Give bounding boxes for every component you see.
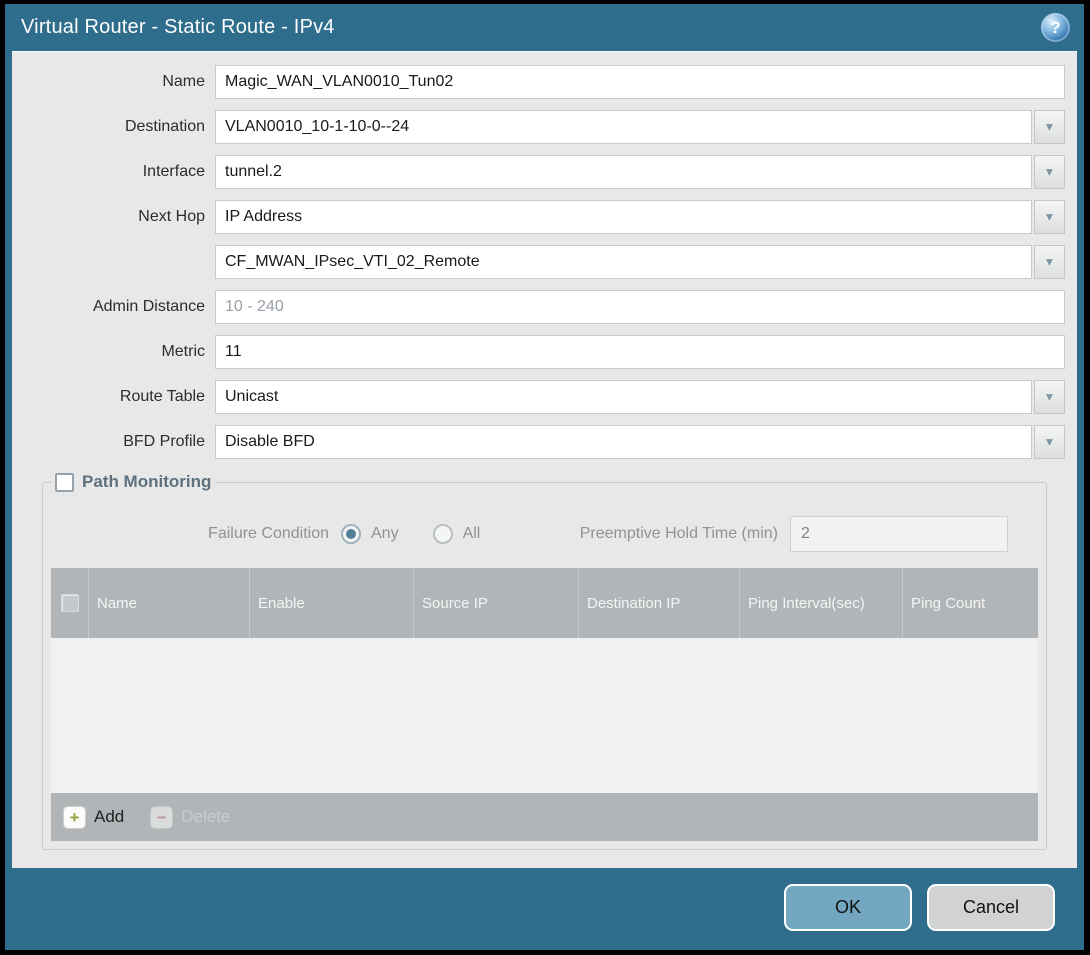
next-hop-type-dropdown-button[interactable]: ▼ [1034, 200, 1065, 234]
path-monitoring-checkbox[interactable] [55, 473, 74, 492]
add-button[interactable]: + Add [63, 806, 124, 829]
table-body-empty [51, 638, 1038, 793]
title-bar: Virtual Router - Static Route - IPv4 ? [5, 4, 1084, 51]
form-row-metric: Metric [24, 335, 1065, 369]
form-row-next-hop: Next Hop ▼ [24, 200, 1065, 234]
failure-condition-label: Failure Condition [49, 525, 341, 543]
next-hop-label: Next Hop [24, 208, 215, 226]
next-hop-address-input[interactable] [215, 245, 1032, 279]
form-row-name: Name [24, 65, 1065, 99]
add-icon: + [63, 806, 86, 829]
chevron-down-icon: ▼ [1044, 121, 1056, 133]
dialog-title: Virtual Router - Static Route - IPv4 [21, 16, 335, 39]
path-monitoring-section: Path Monitoring Failure Condition Any Al… [42, 472, 1047, 850]
metric-label: Metric [24, 343, 215, 361]
column-header-destination-ip[interactable]: Destination IP [578, 568, 739, 638]
next-hop-address-dropdown-button[interactable]: ▼ [1034, 245, 1065, 279]
add-button-label: Add [94, 807, 124, 827]
column-header-enable[interactable]: Enable [249, 568, 413, 638]
failure-condition-any-option[interactable]: Any [341, 524, 399, 544]
table-header-select-all [51, 568, 88, 638]
chevron-down-icon: ▼ [1044, 436, 1056, 448]
bfd-profile-dropdown-button[interactable]: ▼ [1034, 425, 1065, 459]
bfd-profile-input[interactable] [215, 425, 1032, 459]
interface-label: Interface [24, 163, 215, 181]
route-table-label: Route Table [24, 388, 215, 406]
radio-any-label: Any [371, 525, 399, 543]
form-row-bfd-profile: BFD Profile ▼ [24, 425, 1065, 459]
name-label: Name [24, 73, 215, 91]
chevron-down-icon: ▼ [1044, 166, 1056, 178]
dialog-content: Name Destination ▼ Interface ▼ [12, 51, 1077, 868]
interface-dropdown-button[interactable]: ▼ [1034, 155, 1065, 189]
column-header-name[interactable]: Name [88, 568, 249, 638]
form-row-interface: Interface ▼ [24, 155, 1065, 189]
admin-distance-label: Admin Distance [24, 298, 215, 316]
column-header-source-ip[interactable]: Source IP [413, 568, 578, 638]
delete-icon: − [150, 806, 173, 829]
route-table-dropdown-button[interactable]: ▼ [1034, 380, 1065, 414]
path-monitoring-legend: Path Monitoring [51, 472, 215, 492]
path-monitoring-title: Path Monitoring [82, 472, 211, 492]
ok-button[interactable]: OK [784, 884, 912, 931]
name-input[interactable] [215, 65, 1065, 99]
admin-distance-input[interactable] [215, 290, 1065, 324]
help-icon[interactable]: ? [1041, 13, 1070, 42]
footer-bar: OK Cancel [5, 868, 1084, 950]
chevron-down-icon: ▼ [1044, 391, 1056, 403]
form-row-destination: Destination ▼ [24, 110, 1065, 144]
cancel-button[interactable]: Cancel [927, 884, 1055, 931]
select-all-checkbox[interactable] [61, 594, 79, 612]
destination-dropdown-button[interactable]: ▼ [1034, 110, 1065, 144]
path-monitoring-table: Name Enable Source IP Destination IP Pin… [51, 568, 1038, 841]
path-monitoring-options-row: Failure Condition Any All Preemptive Hol… [49, 516, 1032, 552]
interface-input[interactable] [215, 155, 1032, 189]
metric-input[interactable] [215, 335, 1065, 369]
column-header-ping-interval[interactable]: Ping Interval(sec) [739, 568, 902, 638]
table-header-row: Name Enable Source IP Destination IP Pin… [51, 568, 1038, 638]
destination-input[interactable] [215, 110, 1032, 144]
preemptive-hold-time-label: Preemptive Hold Time (min) [580, 525, 790, 543]
delete-button-label: Delete [181, 807, 230, 827]
route-table-input[interactable] [215, 380, 1032, 414]
destination-label: Destination [24, 118, 215, 136]
chevron-down-icon: ▼ [1044, 256, 1056, 268]
chevron-down-icon: ▼ [1044, 211, 1056, 223]
preemptive-hold-time-input[interactable] [790, 516, 1008, 552]
form-row-route-table: Route Table ▼ [24, 380, 1065, 414]
radio-any-icon[interactable] [341, 524, 361, 544]
radio-all-label: All [463, 525, 481, 543]
radio-all-icon[interactable] [433, 524, 453, 544]
column-header-ping-count[interactable]: Ping Count [902, 568, 1038, 638]
failure-condition-all-option[interactable]: All [433, 524, 481, 544]
form-row-next-hop-address: ▼ [24, 245, 1065, 279]
static-route-dialog: Virtual Router - Static Route - IPv4 ? N… [5, 4, 1084, 950]
delete-button[interactable]: − Delete [150, 806, 230, 829]
next-hop-type-input[interactable] [215, 200, 1032, 234]
bfd-profile-label: BFD Profile [24, 433, 215, 451]
table-toolbar: + Add − Delete [51, 793, 1038, 841]
form-row-admin-distance: Admin Distance [24, 290, 1065, 324]
